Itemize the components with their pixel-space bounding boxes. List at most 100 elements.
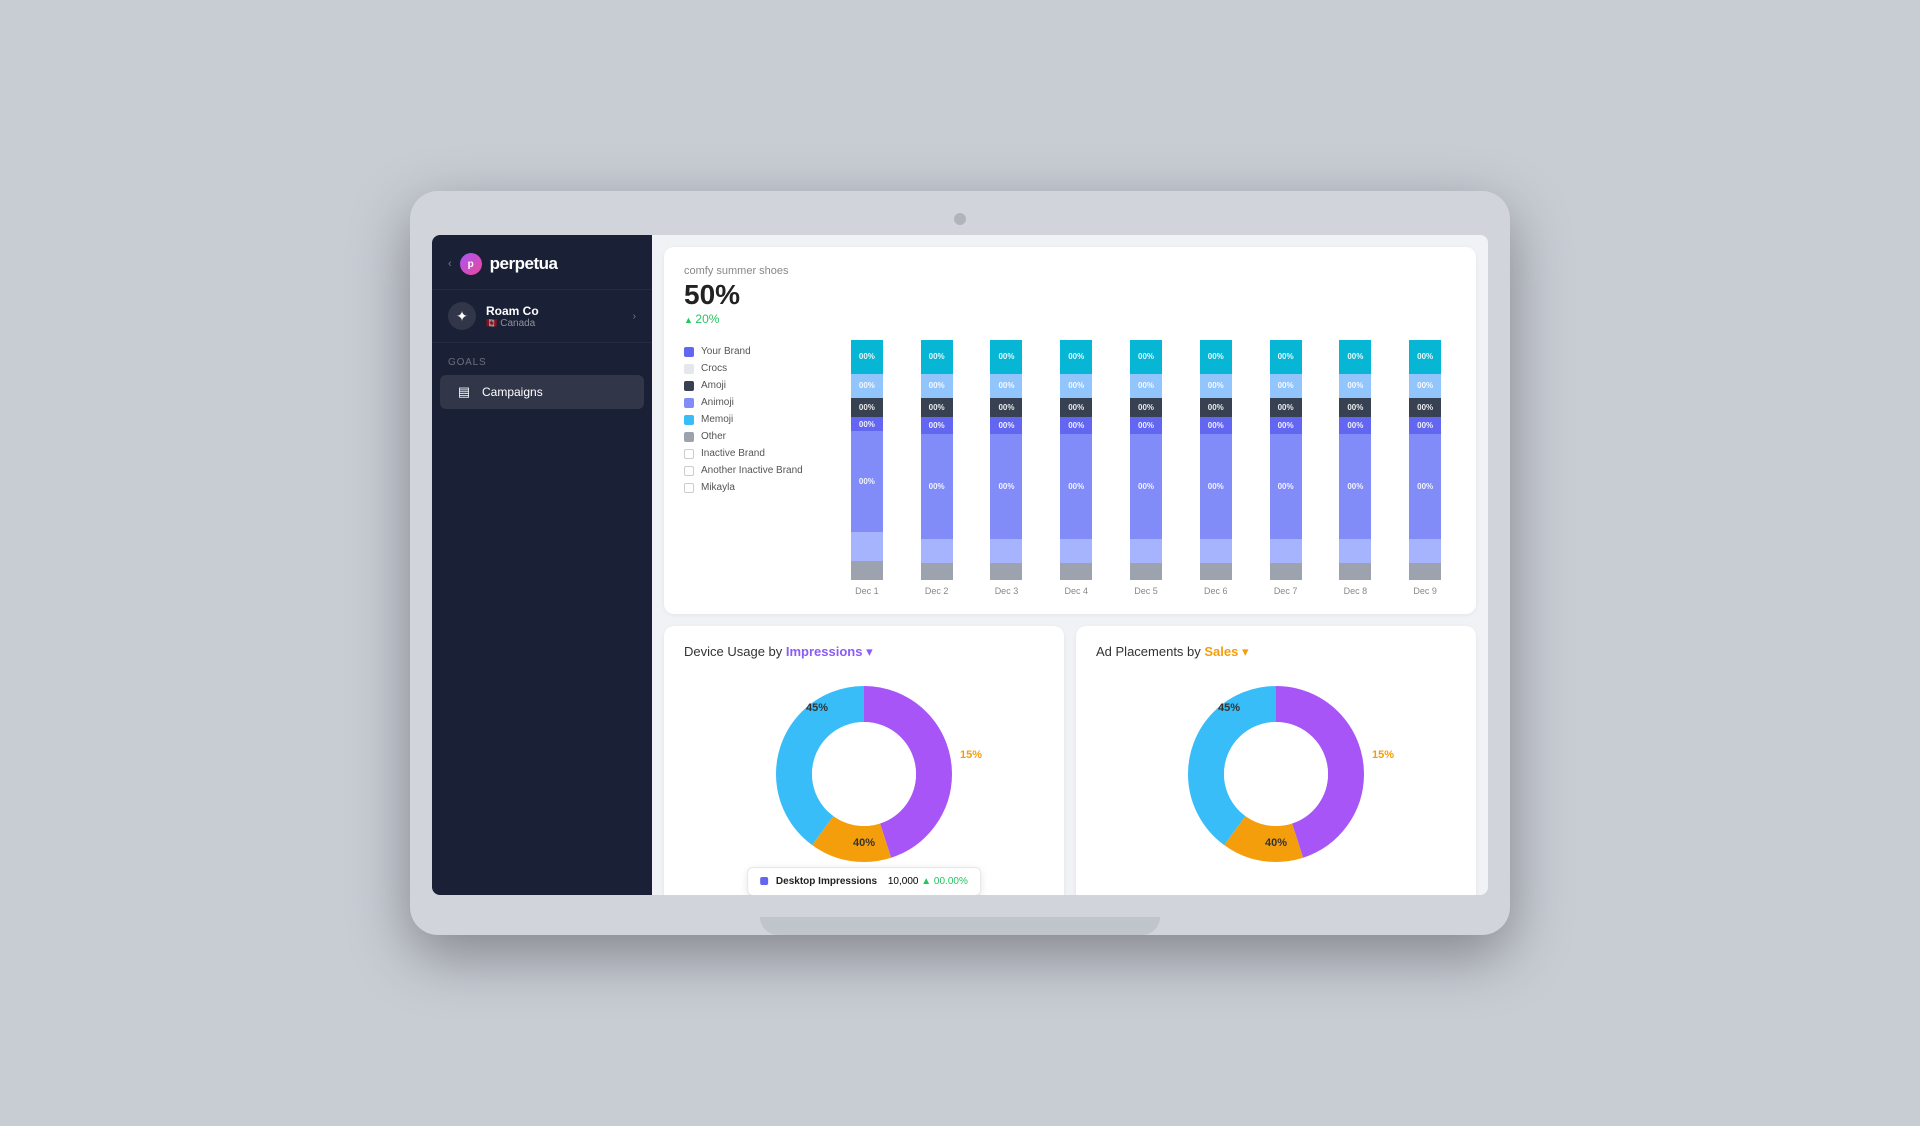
segment-dark: 00% (921, 398, 953, 417)
account-info: Roam Co 🇨🇦 Canada (486, 304, 623, 329)
bar-group-dec5: 00% 00% 00% 00% 00% Dec 5 (1115, 340, 1177, 596)
bar-label-dec4: Dec 4 (1064, 586, 1088, 596)
segment-light-blue: 00% (1270, 374, 1302, 398)
ad-placements-donut: 45% 15% 40% (1176, 674, 1376, 874)
bar-group-dec7: 00% 00% 00% 00% 00% Dec 7 (1255, 340, 1317, 596)
bar-chart-container: Your Brand Crocs Amoji Animoji (684, 336, 1456, 596)
legend-swatch-mikayla (684, 483, 694, 493)
donut-label-45-device: 45% (806, 702, 828, 714)
country-name: Canada (500, 318, 535, 329)
account-expand-arrow[interactable]: › (633, 311, 636, 322)
tooltip-label: Desktop Impressions (776, 876, 877, 887)
segment-light-indigo: 00% (1270, 434, 1302, 540)
stacked-bar-dec5: 00% 00% 00% 00% 00% (1130, 340, 1162, 580)
segment-dark: 00% (1130, 398, 1162, 417)
segment-dark: 00% (1270, 398, 1302, 417)
segment-lighter (1200, 539, 1232, 563)
segment-lighter-indigo (851, 532, 883, 561)
segment-light-blue: 00% (1339, 374, 1371, 398)
segment-cyan: 00% (990, 340, 1022, 374)
donut-label-15-ad: 15% (1372, 749, 1394, 761)
ad-placements-prefix: Ad Placements by (1096, 644, 1204, 659)
segment-indigo: 00% (921, 417, 953, 434)
legend-swatch-other (684, 432, 694, 442)
segment-light-indigo: 00% (1060, 434, 1092, 540)
sidebar: ‹ p perpetua ✦ Roam Co 🇨🇦 Canada › Goals… (432, 235, 652, 895)
bar-group-dec1: 00% 00% 00% 00% 00% Dec 1 (836, 340, 898, 596)
sidebar-back-arrow[interactable]: ‹ (448, 258, 452, 270)
country-flag: 🇨🇦 (486, 318, 497, 329)
segment-light-indigo: 00% (851, 431, 883, 532)
legend-swatch-your-brand (684, 347, 694, 357)
segment-indigo: 00% (851, 417, 883, 431)
segment-light-indigo: 00% (1130, 434, 1162, 540)
bar-group-dec4: 00% 00% 00% 00% 00% Dec 4 (1045, 340, 1107, 596)
segment-gray (1200, 563, 1232, 580)
segment-cyan: 00% (1339, 340, 1371, 374)
segment-lighter (921, 539, 953, 563)
impressions-dropdown-arrow[interactable]: ▾ (862, 644, 872, 659)
stacked-bar-dec3: 00% 00% 00% 00% 00% (990, 340, 1022, 580)
segment-lighter (1339, 539, 1371, 563)
segment-cyan: 00% (1060, 340, 1092, 374)
segment-indigo: 00% (1060, 417, 1092, 434)
sales-dropdown-arrow[interactable]: ▾ (1238, 644, 1248, 659)
legend-label-your-brand: Your Brand (701, 346, 751, 357)
device-usage-donut: 45% 15% 40% (764, 674, 964, 874)
sidebar-item-label: Campaigns (482, 385, 543, 399)
legend-swatch-memoji (684, 415, 694, 425)
segment-light-indigo: 00% (1339, 434, 1371, 540)
bars-row: 00% 00% 00% 00% 00% Dec 1 (836, 336, 1456, 596)
legend-item-other: Other (684, 431, 824, 442)
bar-chart-area: 00% 00% 00% 00% 00% Dec 1 (836, 336, 1456, 596)
legend-item-another-inactive-brand: Another Inactive Brand (684, 465, 824, 476)
legend-item-crocs: Crocs (684, 363, 824, 374)
device-tooltip: Desktop Impressions 10,000 ▲ 00.00% (747, 867, 981, 895)
account-switcher[interactable]: ✦ Roam Co 🇨🇦 Canada › (432, 290, 652, 343)
impressions-link[interactable]: Impressions (786, 644, 863, 659)
segment-light-indigo: 00% (990, 434, 1022, 540)
segment-gray (921, 563, 953, 580)
segment-gray (1409, 563, 1441, 580)
account-name: Roam Co (486, 304, 623, 318)
bar-label-dec6: Dec 6 (1204, 586, 1228, 596)
segment-indigo: 00% (1200, 417, 1232, 434)
bar-group-dec9: 00% 00% 00% 00% 00% Dec 9 (1394, 340, 1456, 596)
bar-group-dec3: 00% 00% 00% 00% 00% Dec 3 (976, 340, 1038, 596)
segment-dark: 00% (990, 398, 1022, 417)
legend-item-amoji: Amoji (684, 380, 824, 391)
card-subtitle: comfy summer shoes (684, 265, 1456, 277)
main-content: comfy summer shoes 50% 20% Your Brand Cr… (652, 235, 1488, 895)
bottom-cards: Device Usage by Impressions ▾ 45% (664, 626, 1476, 895)
sales-link[interactable]: Sales (1204, 644, 1238, 659)
sidebar-item-campaigns[interactable]: ▤ Campaigns (440, 375, 644, 409)
segment-light-blue: 00% (990, 374, 1022, 398)
stacked-bar-dec1: 00% 00% 00% 00% 00% (851, 340, 883, 580)
segment-cyan: 00% (1200, 340, 1232, 374)
segment-cyan: 00% (1270, 340, 1302, 374)
segment-light-blue: 00% (921, 374, 953, 398)
legend-label-amoji: Amoji (701, 380, 726, 391)
campaigns-icon: ▤ (456, 384, 472, 400)
legend-label-another-inactive-brand: Another Inactive Brand (701, 465, 803, 476)
segment-gray (1130, 563, 1162, 580)
device-usage-card: Device Usage by Impressions ▾ 45% (664, 626, 1064, 895)
bar-label-dec3: Dec 3 (995, 586, 1019, 596)
segment-dark: 00% (1200, 398, 1232, 417)
segment-indigo: 00% (1270, 417, 1302, 434)
segment-lighter (1130, 539, 1162, 563)
segment-cyan: 00% (1130, 340, 1162, 374)
bar-group-dec6: 00% 00% 00% 00% 00% Dec 6 (1185, 340, 1247, 596)
segment-light-indigo: 00% (1409, 434, 1441, 540)
legend-item-mikayla: Mikayla (684, 482, 824, 493)
account-spinner-icon: ✦ (448, 302, 476, 330)
segment-lighter (1409, 539, 1441, 563)
legend-label-memoji: Memoji (701, 414, 733, 425)
donut-label-45-ad: 45% (1218, 702, 1240, 714)
segment-gray (990, 563, 1022, 580)
segment-gray (1339, 563, 1371, 580)
legend-swatch-another-inactive-brand (684, 466, 694, 476)
legend-swatch-inactive-brand (684, 449, 694, 459)
legend-swatch-amoji (684, 381, 694, 391)
segment-light-blue: 00% (1200, 374, 1232, 398)
